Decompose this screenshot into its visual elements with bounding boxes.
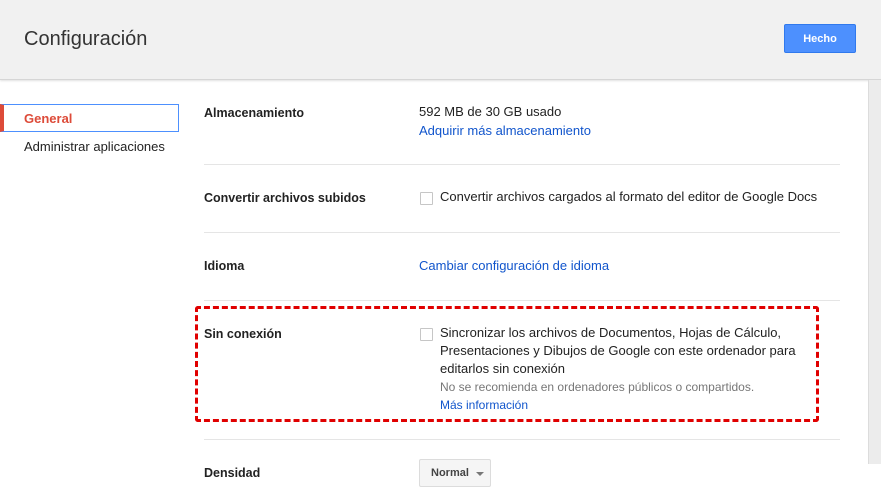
convert-label: Convertir archivos subidos [204,191,366,205]
language-label: Idioma [204,259,245,273]
storage-label: Almacenamiento [204,106,305,120]
sidebar-item-general[interactable]: General [0,104,179,132]
density-label: Densidad [204,466,261,480]
convert-checkbox-text: Convertir archivos cargados al formato d… [440,189,818,204]
offline-label: Sin conexión [204,327,282,341]
divider [204,232,840,233]
chevron-down-icon [476,472,484,476]
convert-checkbox[interactable] [420,192,433,205]
offline-sync-text-line2: Presentaciones y Dibujos de Google con e… [440,343,796,358]
done-button[interactable]: Hecho [784,24,856,53]
scrollbar[interactable] [868,80,881,464]
offline-sync-text-line3: editarlos sin conexión [440,361,566,376]
density-selected-value: Normal [431,467,469,479]
offline-sync-checkbox[interactable] [420,328,433,341]
sidebar-item-manage-apps[interactable]: Administrar aplicaciones [0,132,179,160]
divider [204,300,840,301]
offline-sync-text-line1: Sincronizar los archivos de Documentos, … [440,325,782,340]
sidebar: General Administrar aplicaciones [0,80,180,504]
header-bar: Configuración Hecho [0,0,881,80]
divider [204,439,840,440]
offline-hint: No se recomienda en ordenadores públicos… [440,380,755,394]
storage-usage: 592 MB de 30 GB usado [419,104,562,119]
page-title: Configuración [24,28,148,50]
more-info-link[interactable]: Más información [440,398,528,412]
density-select[interactable]: Normal [419,459,491,487]
divider [204,164,840,165]
change-language-link[interactable]: Cambiar configuración de idioma [419,258,609,273]
buy-storage-link[interactable]: Adquirir más almacenamiento [419,123,591,138]
